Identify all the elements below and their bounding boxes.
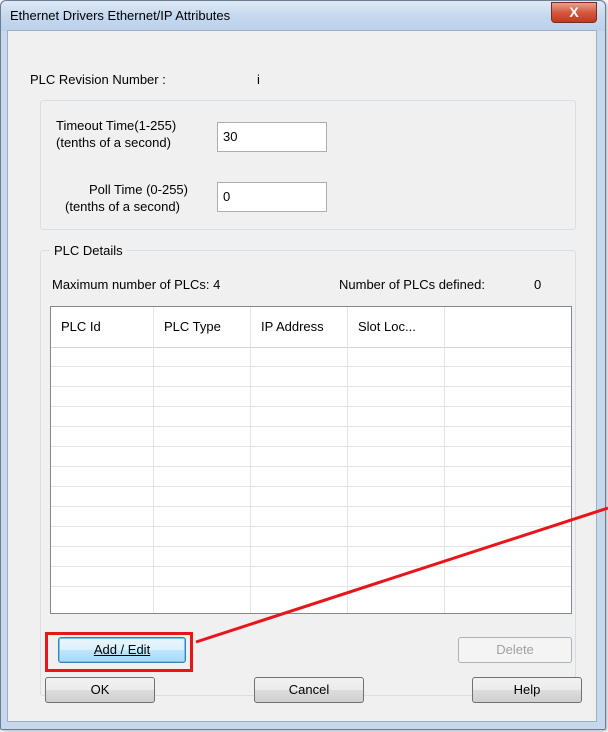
annotation-arrow-line — [195, 506, 608, 644]
annotation-arrow — [195, 506, 608, 644]
